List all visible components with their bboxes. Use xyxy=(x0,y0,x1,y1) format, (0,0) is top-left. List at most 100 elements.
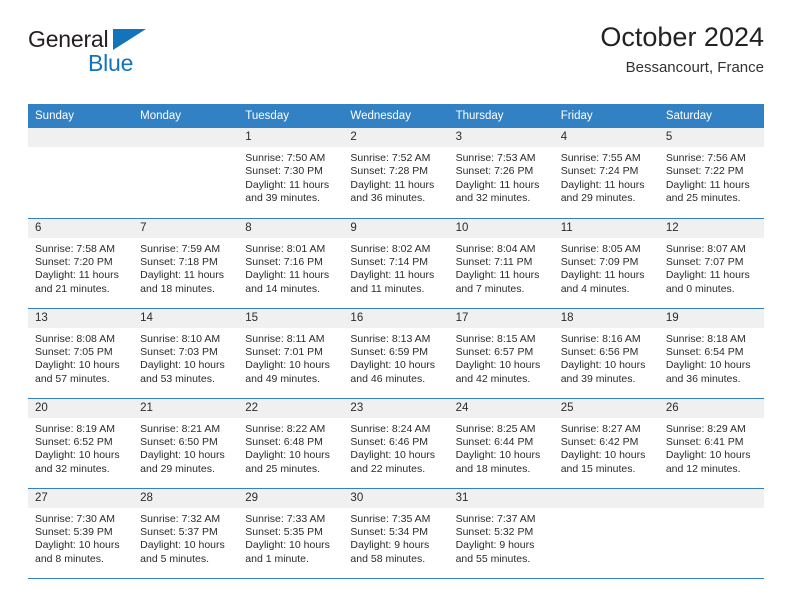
calendar-day-cell[interactable]: 7 Sunrise: 7:59 AM Sunset: 7:18 PM Daylight… xyxy=(133,218,239,309)
day-number: 5 xyxy=(658,128,764,147)
daylight-text-line1: Daylight: 10 hours xyxy=(245,359,330,372)
daylight-text-line2: and 12 minutes. xyxy=(665,462,741,475)
calendar-day-cell[interactable]: 28 Sunrise: 7:32 AM Sunset: 5:37 PM Dayligh… xyxy=(133,488,239,579)
calendar-day-cell[interactable]: 21 Sunrise: 8:21 AM Sunset: 6:50 PM Dayligh… xyxy=(133,398,239,489)
sunrise-text: Sunrise: 7:50 AM xyxy=(245,152,326,164)
daylight-text-line1: Daylight: 10 hours xyxy=(245,449,330,462)
sunset-text: Sunset: 6:52 PM xyxy=(35,435,113,448)
calendar-day-cell[interactable]: 5 Sunrise: 7:56 AM Sunset: 7:22 PM Daylight… xyxy=(658,128,764,219)
day-details: Sunrise: 8:15 AM Sunset: 6:57 PM Daylight:… xyxy=(449,328,554,387)
sunrise-text: Sunrise: 8:11 AM xyxy=(245,332,325,345)
sunset-text: Sunset: 7:18 PM xyxy=(140,255,218,268)
brand-text-general: General xyxy=(28,26,109,52)
day-details: Sunrise: 8:25 AM Sunset: 6:44 PM Daylight:… xyxy=(449,418,554,477)
calendar-day-cell[interactable]: 13 Sunrise: 8:08 AM Sunset: 7:05 PM Dayligh… xyxy=(28,308,134,399)
calendar-day-cell[interactable]: 10 Sunrise: 8:04 AM Sunset: 7:11 PM Dayligh… xyxy=(448,218,554,309)
day-details: Sunrise: 8:05 AM Sunset: 7:09 PM Daylight:… xyxy=(554,238,659,297)
calendar-day-cell[interactable]: 31 Sunrise: 7:37 AM Sunset: 5:32 PM Dayligh… xyxy=(448,488,554,579)
day-number: 28 xyxy=(133,488,239,508)
calendar-day-cell[interactable]: 8 Sunrise: 8:01 AM Sunset: 7:16 PM Daylight… xyxy=(238,218,344,309)
weekday-header-friday: Friday xyxy=(553,104,659,128)
brand-name-general: General xyxy=(28,26,146,52)
daylight-text-line1: Daylight: 9 hours xyxy=(350,539,430,552)
day-details: Sunrise: 8:10 AM Sunset: 7:03 PM Daylight:… xyxy=(133,328,238,387)
calendar-week-row: 6 Sunrise: 7:58 AM Sunset: 7:20 PM Daylight… xyxy=(28,218,764,309)
daylight-text-line2: and 22 minutes. xyxy=(350,462,426,475)
daylight-text-line2: and 58 minutes. xyxy=(350,552,426,565)
daylight-text-line2: and 49 minutes. xyxy=(245,372,320,385)
daylight-text-line2: and 46 minutes. xyxy=(350,372,426,385)
sunset-text: Sunset: 5:39 PM xyxy=(35,525,113,538)
daylight-text-line2: and 5 minutes. xyxy=(140,552,210,565)
page-header: General Blue October 2024 Bessancourt, F… xyxy=(28,0,764,104)
sunrise-text: Sunrise: 7:56 AM xyxy=(665,152,746,164)
day-details: Sunrise: 8:08 AM Sunset: 7:05 PM Daylight:… xyxy=(28,328,133,387)
weekday-header-thursday: Thursday xyxy=(448,104,554,128)
daylight-text-line1: Daylight: 10 hours xyxy=(350,449,436,462)
calendar-day-cell[interactable]: 20 Sunrise: 8:19 AM Sunset: 6:52 PM Dayligh… xyxy=(28,398,134,489)
calendar-day-cell[interactable]: 2 Sunrise: 7:52 AM Sunset: 7:28 PM Daylight… xyxy=(343,128,449,219)
daylight-text-line2: and 36 minutes. xyxy=(350,192,426,205)
calendar-day-cell[interactable]: 25 Sunrise: 8:27 AM Sunset: 6:42 PM Dayligh… xyxy=(553,398,659,489)
calendar-day-cell[interactable]: 15 Sunrise: 8:11 AM Sunset: 7:01 PM Dayligh… xyxy=(238,308,344,399)
calendar-day-cell[interactable]: 30 Sunrise: 7:35 AM Sunset: 5:34 PM Dayligh… xyxy=(343,488,449,579)
title-block: October 2024 Bessancourt, France xyxy=(600,0,764,76)
daylight-text-line2: and 32 minutes. xyxy=(455,192,531,205)
day-number: 16 xyxy=(343,308,449,328)
calendar-day-cell[interactable]: 11 Sunrise: 8:05 AM Sunset: 7:09 PM Dayligh… xyxy=(553,218,659,309)
calendar-day-cell[interactable]: 14 Sunrise: 8:10 AM Sunset: 7:03 PM Dayligh… xyxy=(133,308,239,399)
day-details: Sunrise: 7:52 AM Sunset: 7:28 PM Daylight:… xyxy=(343,147,448,206)
calendar-day-cell[interactable]: 23 Sunrise: 8:24 AM Sunset: 6:46 PM Dayligh… xyxy=(343,398,449,489)
sunrise-text: Sunrise: 8:22 AM xyxy=(245,422,326,435)
sunrise-text: Sunrise: 8:04 AM xyxy=(455,242,536,255)
weekday-header-saturday: Saturday xyxy=(658,104,764,128)
sunset-text: Sunset: 7:20 PM xyxy=(35,255,113,268)
sunrise-text: Sunrise: 8:16 AM xyxy=(560,332,641,345)
calendar-day-cell[interactable]: 24 Sunrise: 8:25 AM Sunset: 6:44 PM Dayligh… xyxy=(448,398,554,489)
day-details: Sunrise: 7:32 AM Sunset: 5:37 PM Daylight:… xyxy=(133,508,238,567)
day-number: 24 xyxy=(448,398,554,418)
calendar-day-cell[interactable]: 6 Sunrise: 7:58 AM Sunset: 7:20 PM Daylight… xyxy=(28,218,134,309)
daylight-text-line2: and 39 minutes. xyxy=(560,372,636,385)
general-blue-logo[interactable]: General Blue xyxy=(28,0,146,75)
daylight-text-line1: Daylight: 10 hours xyxy=(665,359,751,372)
sunset-text: Sunset: 7:03 PM xyxy=(140,345,218,358)
daylight-text-line1: Daylight: 10 hours xyxy=(35,359,120,372)
daylight-text-line1: Daylight: 11 hours xyxy=(140,269,224,282)
daylight-text-line2: and 55 minutes. xyxy=(455,552,531,565)
calendar-day-cell[interactable]: 27 Sunrise: 7:30 AM Sunset: 5:39 PM Dayligh… xyxy=(28,488,134,579)
calendar-day-cell[interactable]: 4 Sunrise: 7:55 AM Sunset: 7:24 PM Daylight… xyxy=(553,128,659,219)
sunrise-text: Sunrise: 7:52 AM xyxy=(350,152,431,164)
day-number: 18 xyxy=(553,308,659,328)
calendar-day-cell[interactable]: 18 Sunrise: 8:16 AM Sunset: 6:56 PM Dayligh… xyxy=(553,308,659,399)
day-details: Sunrise: 8:21 AM Sunset: 6:50 PM Daylight:… xyxy=(133,418,238,477)
day-number: 6 xyxy=(28,218,134,238)
calendar-day-cell[interactable]: 17 Sunrise: 8:15 AM Sunset: 6:57 PM Dayligh… xyxy=(448,308,554,399)
day-number: 15 xyxy=(238,308,344,328)
calendar-day-cell[interactable]: 1 Sunrise: 7:50 AM Sunset: 7:30 PM Daylight… xyxy=(238,128,344,219)
calendar-day-cell-empty xyxy=(553,488,659,579)
calendar-day-cell[interactable]: 29 Sunrise: 7:33 AM Sunset: 5:35 PM Dayligh… xyxy=(238,488,344,579)
page-title: October 2024 xyxy=(600,22,764,52)
daylight-text-line1: Daylight: 11 hours xyxy=(245,269,330,282)
day-number: 10 xyxy=(448,218,554,238)
sunset-text: Sunset: 7:09 PM xyxy=(560,255,639,268)
calendar-day-cell[interactable]: 19 Sunrise: 8:18 AM Sunset: 6:54 PM Dayligh… xyxy=(658,308,764,399)
calendar-day-cell[interactable]: 9 Sunrise: 8:02 AM Sunset: 7:14 PM Daylight… xyxy=(343,218,449,309)
calendar-day-cell[interactable]: 16 Sunrise: 8:13 AM Sunset: 6:59 PM Dayligh… xyxy=(343,308,449,399)
calendar-day-cell[interactable]: 22 Sunrise: 8:22 AM Sunset: 6:48 PM Dayligh… xyxy=(238,398,344,489)
day-number: 20 xyxy=(28,398,134,418)
day-details: Sunrise: 7:35 AM Sunset: 5:34 PM Daylight:… xyxy=(343,508,448,567)
sunrise-text: Sunrise: 7:35 AM xyxy=(350,512,431,525)
day-number: 19 xyxy=(658,308,764,328)
daylight-text-line2: and 8 minutes. xyxy=(35,552,104,565)
sunrise-text: Sunrise: 8:07 AM xyxy=(665,242,746,255)
weekday-header-wednesday: Wednesday xyxy=(343,104,449,128)
day-details: Sunrise: 8:27 AM Sunset: 6:42 PM Daylight:… xyxy=(554,418,659,477)
calendar-day-cell[interactable]: 3 Sunrise: 7:53 AM Sunset: 7:26 PM Daylight… xyxy=(448,128,554,219)
day-details: Sunrise: 8:04 AM Sunset: 7:11 PM Daylight:… xyxy=(449,238,554,297)
calendar-day-cell[interactable]: 26 Sunrise: 8:29 AM Sunset: 6:41 PM Dayligh… xyxy=(658,398,764,489)
daylight-text-line1: Daylight: 11 hours xyxy=(350,178,435,191)
calendar-day-cell[interactable]: 12 Sunrise: 8:07 AM Sunset: 7:07 PM Dayligh… xyxy=(658,218,764,309)
daylight-text-line1: Daylight: 10 hours xyxy=(35,449,120,462)
